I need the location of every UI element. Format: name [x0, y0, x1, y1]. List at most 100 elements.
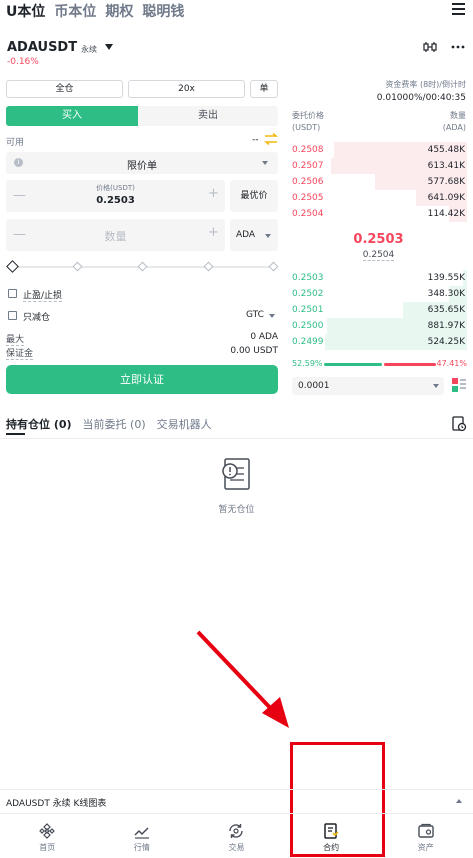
tab-smart-money[interactable]: 聪明钱 — [142, 1, 184, 21]
ask-row[interactable]: 0.2506 577.68K — [290, 174, 467, 190]
divider — [0, 438, 473, 439]
bid-qty: 635.65K — [427, 305, 465, 315]
ob-qty-unit: (ADA) — [442, 123, 466, 132]
bid-qty: 139.55K — [427, 273, 465, 283]
leverage-button[interactable]: 20x — [128, 80, 245, 98]
bid-qty: 348.30K — [427, 289, 465, 299]
ask-price: 0.2507 — [292, 161, 324, 171]
bid-row[interactable]: 0.2500 881.97K — [290, 318, 467, 334]
order-type-label: 限价单 — [127, 161, 157, 172]
ob-price-unit: (USDT) — [292, 123, 321, 132]
reduce-only-checkbox[interactable] — [8, 311, 17, 320]
margin-mode-button[interactable]: 全仓 — [6, 80, 123, 98]
nav-trade[interactable]: 交易 — [189, 814, 284, 858]
chevron-down-icon — [433, 384, 439, 388]
bid-row[interactable]: 0.2503 139.55K — [290, 270, 467, 286]
empty-state-text: 暂无仓位 — [218, 505, 255, 515]
tab-positions[interactable]: 持有仓位 (0) — [6, 416, 72, 432]
tab-usdt-m[interactable]: U本位 — [6, 1, 45, 21]
mark-price: 0.2504 — [362, 250, 395, 261]
ask-row[interactable]: 0.2504 114.42K — [290, 206, 467, 222]
ask-price: 0.2508 — [292, 145, 324, 155]
buy-ratio: 52.59% — [292, 359, 323, 368]
margin-label: 保证金 — [6, 349, 34, 360]
symbol-dropdown-icon[interactable] — [105, 44, 113, 50]
verify-now-button[interactable]: 立即认证 — [6, 365, 278, 394]
bottom-nav: 首页 行情 交易 合约 资产 — [0, 813, 473, 858]
kline-chart-label: ADAUSDT 永续 K线图表 — [6, 799, 107, 809]
bid-row[interactable]: 0.2502 348.30K — [290, 286, 467, 302]
slider-step-50[interactable] — [137, 261, 148, 272]
funding-rate-value: 0.01000%/00:40:35 — [376, 93, 466, 103]
slider-step-25[interactable] — [72, 261, 83, 272]
max-label: 最大 — [6, 335, 25, 346]
symbol-type: 永续 — [81, 45, 97, 54]
buy-tab[interactable]: 买入 — [6, 106, 138, 126]
sell-tab[interactable]: 卖出 — [138, 106, 278, 126]
ask-price: 0.2504 — [292, 209, 324, 219]
bid-qty: 881.97K — [427, 321, 465, 331]
order-history-icon[interactable] — [451, 416, 467, 432]
ask-row[interactable]: 0.2508 455.48K — [290, 142, 467, 158]
candlestick-chart-icon[interactable] — [423, 40, 437, 54]
ask-row[interactable]: 0.2507 613.41K — [290, 158, 467, 174]
max-value: 0 ADA — [250, 332, 278, 342]
ob-qty-header: 数量 — [450, 111, 466, 120]
bid-price: 0.2499 — [292, 337, 324, 347]
bid-qty: 524.25K — [427, 337, 465, 347]
quantity-unit: ADA — [236, 230, 256, 240]
depth-step-value: 0.0001 — [298, 381, 330, 391]
ask-qty: 114.42K — [427, 209, 465, 219]
nav-futures[interactable]: 合约 — [284, 814, 379, 858]
bid-price: 0.2500 — [292, 321, 324, 331]
symbol-name[interactable]: ADAUSDT — [7, 40, 77, 55]
nav-assets[interactable]: 资产 — [378, 814, 473, 858]
bid-price: 0.2501 — [292, 305, 324, 315]
nav-home[interactable]: 首页 — [0, 814, 95, 858]
bid-row[interactable]: 0.2501 635.65K — [290, 302, 467, 318]
sell-ratio: 47.41% — [436, 359, 467, 368]
tp-sl-checkbox[interactable] — [8, 289, 17, 298]
margin-value: 0.00 USDT — [230, 346, 278, 356]
quantity-placeholder: 数量 — [104, 230, 127, 243]
tab-trading-bots[interactable]: 交易机器人 — [157, 416, 212, 432]
markets-chart-icon — [134, 827, 149, 839]
buy-ratio-bar — [324, 363, 382, 366]
time-in-force-select[interactable]: GTC — [246, 310, 264, 320]
trade-exchange-icon — [229, 824, 244, 838]
tab-open-orders[interactable]: 当前委托 (0) — [83, 416, 146, 432]
nav-markets[interactable]: 行情 — [95, 814, 190, 858]
funding-rate-label: 资金费率 (8时)/倒计时 — [385, 80, 466, 89]
slider-handle[interactable] — [6, 260, 19, 273]
empty-document-icon — [222, 458, 250, 490]
sell-ratio-bar — [384, 363, 436, 366]
ask-qty: 641.09K — [427, 193, 465, 203]
slider-step-75[interactable] — [203, 261, 214, 272]
chevron-down-icon — [265, 234, 271, 238]
bid-price: 0.2502 — [292, 289, 324, 299]
ask-qty: 613.41K — [427, 161, 465, 171]
futures-contract-icon — [324, 823, 339, 839]
chevron-up-icon[interactable] — [456, 799, 462, 803]
last-price[interactable]: 0.2503 — [290, 232, 467, 247]
more-icon[interactable] — [451, 40, 465, 54]
available-label: 可用 — [6, 138, 25, 148]
best-price-button[interactable]: 最优价 — [230, 180, 278, 212]
menu-icon[interactable] — [452, 3, 465, 15]
transfer-icon[interactable] — [264, 133, 278, 145]
market-tabs: U本位 币本位 期权 聪明钱 — [6, 1, 184, 21]
orderbook-layout-icon[interactable] — [452, 378, 466, 392]
position-mode-button[interactable]: 单 — [250, 80, 278, 98]
position-tabs: 持有仓位 (0) 当前委托 (0) 交易机器人 — [6, 416, 212, 432]
price-value[interactable]: 0.2503 — [6, 195, 225, 206]
tab-coin-m[interactable]: 币本位 — [54, 1, 96, 21]
bid-price: 0.2503 — [292, 273, 324, 283]
tab-options[interactable]: 期权 — [105, 1, 133, 21]
active-tab-indicator — [6, 433, 25, 435]
slider-step-100[interactable] — [268, 261, 279, 272]
ob-price-header: 委托价格 — [292, 111, 324, 120]
ask-row[interactable]: 0.2505 641.09K — [290, 190, 467, 206]
available-value: -- — [252, 135, 259, 145]
chevron-down-icon — [262, 161, 268, 165]
bid-row[interactable]: 0.2499 524.25K — [290, 334, 467, 350]
